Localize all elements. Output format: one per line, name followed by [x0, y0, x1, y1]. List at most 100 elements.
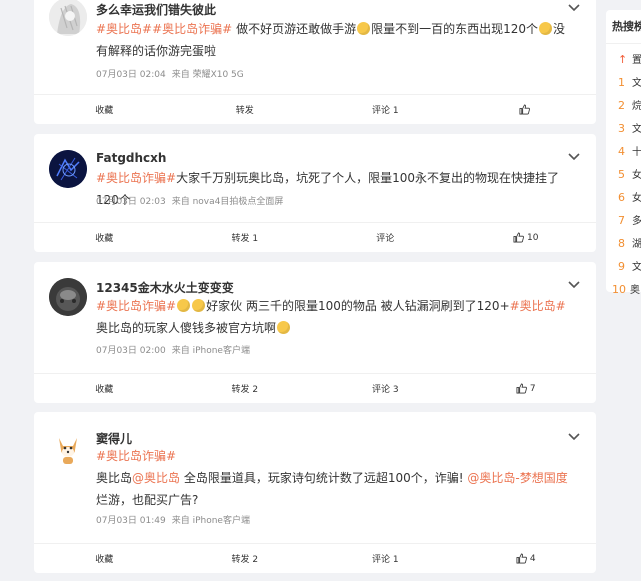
hot-search-item[interactable]: 3文: [618, 121, 641, 137]
hot-search-item[interactable]: 5女: [618, 167, 641, 183]
thinking-emoji-icon: [357, 22, 371, 35]
avatar-image-icon: [49, 0, 87, 36]
like-count: 10: [527, 232, 539, 243]
post-card: 多么幸运我们错失彼此 #奥比岛##奥比岛诈骗# 做不好页游还敢做手游 限量不到一百…: [34, 0, 596, 124]
collect-label: 收藏: [95, 555, 114, 565]
thumbs-up-icon: [516, 383, 527, 394]
post-text-segment: 做不好页游还敢做手游: [236, 22, 357, 36]
post-time[interactable]: 07月03日 02:03: [96, 197, 166, 207]
avatar[interactable]: [49, 278, 87, 316]
like-button[interactable]: 4: [456, 544, 597, 573]
thumbs-up-icon: [516, 553, 527, 564]
collect-label: 收藏: [95, 385, 114, 395]
pinned-arrow-icon: ↑: [618, 53, 628, 66]
hot-search-item[interactable]: 9文: [618, 259, 641, 275]
post-meta: 07月03日 02:00 来自 iPhone客户端: [96, 343, 256, 356]
laughing-emoji-icon: [277, 321, 291, 334]
post-source: 来自 荣耀X10 5G: [171, 70, 244, 80]
avatar-image-icon: [49, 278, 87, 316]
rank-number: 9: [618, 260, 625, 273]
post-meta: 07月03日 01:49 来自 iPhone客户端: [96, 513, 256, 526]
mention-link[interactable]: @奥比岛-梦想国度: [467, 471, 567, 485]
hot-search-text: 奥: [630, 285, 640, 296]
hot-search-item[interactable]: 8湖: [618, 236, 641, 252]
avatar[interactable]: [49, 0, 87, 36]
mention-link[interactable]: @奥比岛: [132, 471, 180, 485]
avatar-image-icon: [49, 430, 87, 468]
topic-link[interactable]: #奥比岛诈骗#: [96, 449, 176, 463]
repost-label: 转发 2: [231, 555, 259, 565]
hot-search-text: 文: [632, 262, 641, 273]
comment-button[interactable]: 评论 3: [315, 374, 456, 403]
comment-label: 评论: [376, 234, 395, 244]
post-card: Fatgdhcxh #奥比岛诈骗#大家千万别玩奥比岛，坑死了个人，限量100永不…: [34, 134, 596, 252]
collect-button[interactable]: 收藏: [34, 95, 175, 124]
post-text-segment: 奥比岛: [96, 471, 133, 485]
rank-number: 8: [618, 237, 625, 250]
post-meta: 07月03日 02:04 来自 荣耀X10 5G: [96, 67, 250, 80]
rank-number: 7: [618, 214, 625, 227]
collect-button[interactable]: 收藏: [34, 544, 175, 573]
post-text-segment: 限量不到一百的东西出现120个: [371, 22, 538, 36]
post-text: #奥比岛##奥比岛诈骗# 做不好页游还敢做手游 限量不到一百的东西出现120个 没有…: [96, 18, 574, 62]
chevron-down-icon[interactable]: [568, 433, 580, 441]
username[interactable]: 12345金木水火土变变变: [96, 279, 234, 296]
collect-label: 收藏: [95, 234, 114, 244]
hot-search-item[interactable]: 6女: [618, 190, 641, 206]
username[interactable]: 多么幸运我们错失彼此: [96, 1, 216, 18]
avatar[interactable]: [49, 150, 87, 188]
post-text-segment: 好家伙 两三千的限量100的物品 被人钻漏洞刷到了120+: [206, 299, 510, 313]
chevron-down-icon[interactable]: [568, 153, 580, 161]
comment-label: 评论 1: [371, 555, 399, 565]
like-button[interactable]: 10: [456, 223, 597, 252]
repost-label: 转发: [235, 106, 254, 116]
topic-link[interactable]: #奥比岛#: [96, 22, 152, 36]
hot-search-item[interactable]: 10 奥: [612, 282, 641, 298]
divider: [606, 43, 641, 44]
like-button[interactable]: 7: [456, 374, 597, 403]
laughing-emoji-icon: [192, 299, 206, 312]
hot-search-title[interactable]: 热搜榜: [612, 18, 641, 34]
hot-search-panel: 热搜榜 ↑ 置 1文 2烷 3文 4十 5女 6女 7多 8湖 9文 10 奥: [606, 10, 641, 296]
hot-search-item-pinned[interactable]: ↑ 置: [618, 52, 641, 68]
post-time[interactable]: 07月03日 01:49: [96, 516, 166, 526]
repost-button[interactable]: 转发 1: [175, 223, 316, 252]
hot-search-item[interactable]: 4十: [618, 144, 641, 160]
action-bar: 收藏 转发 2 评论 3 7: [34, 373, 596, 403]
repost-label: 转发 2: [231, 385, 259, 395]
avatar[interactable]: [49, 430, 87, 468]
username[interactable]: Fatgdhcxh: [96, 151, 166, 165]
topic-link[interactable]: #奥比岛诈骗#: [96, 171, 176, 185]
chevron-down-icon[interactable]: [568, 4, 580, 12]
hot-search-text: 湖: [632, 239, 641, 250]
collect-button[interactable]: 收藏: [34, 223, 175, 252]
post-time[interactable]: 07月03日 02:04: [96, 70, 166, 80]
avatar-image-icon: [49, 150, 87, 188]
repost-button[interactable]: 转发: [175, 95, 316, 124]
comment-button[interactable]: 评论: [315, 223, 456, 252]
repost-button[interactable]: 转发 2: [175, 544, 316, 573]
collect-button[interactable]: 收藏: [34, 374, 175, 403]
post-text: #奥比岛诈骗# 奥比岛@奥比岛 全岛限量道具，玩家诗句统计数了远超100个，诈骗…: [96, 445, 574, 511]
like-button[interactable]: [456, 95, 597, 124]
rank-number: 10: [612, 283, 626, 296]
repost-button[interactable]: 转发 2: [175, 374, 316, 403]
hot-search-text: 十: [632, 147, 641, 158]
collect-label: 收藏: [95, 106, 114, 116]
topic-link[interactable]: #奥比岛诈骗#: [96, 299, 176, 313]
like-count: 7: [529, 383, 536, 394]
hot-search-item[interactable]: 1文: [618, 75, 641, 91]
topic-link[interactable]: #奥比岛#: [510, 299, 566, 313]
post-time[interactable]: 07月03日 02:00: [96, 346, 166, 356]
topic-link[interactable]: #奥比岛诈骗#: [152, 22, 232, 36]
rank-number: 2: [618, 99, 625, 112]
hot-search-item[interactable]: 2烷: [618, 98, 641, 114]
hot-search-item[interactable]: 7多: [618, 213, 641, 229]
rank-number: 6: [618, 191, 625, 204]
comment-button[interactable]: 评论 1: [315, 95, 456, 124]
post-source: 来自 iPhone客户端: [171, 346, 250, 356]
comment-button[interactable]: 评论 1: [315, 544, 456, 573]
chevron-down-icon[interactable]: [568, 281, 580, 289]
hot-search-text: 文: [632, 124, 641, 135]
post-text: #奥比岛诈骗# 好家伙 两三千的限量100的物品 被人钻漏洞刷到了120+#奥比岛…: [96, 295, 574, 339]
